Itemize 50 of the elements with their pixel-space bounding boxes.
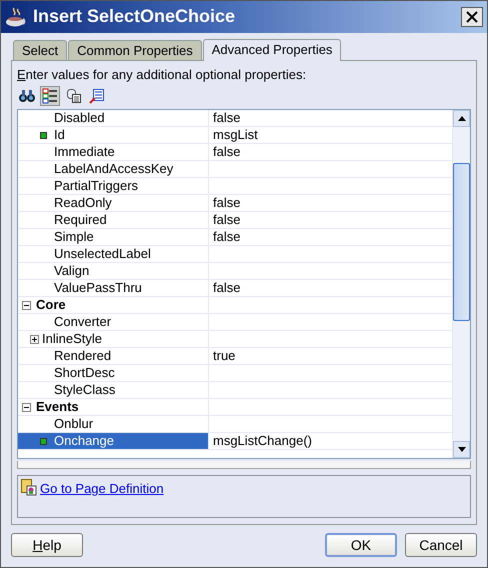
property-value[interactable]: false [213,212,240,227]
category-list-button[interactable] [40,86,60,106]
edit-properties-button[interactable] [86,86,107,106]
property-value[interactable]: false [213,195,240,210]
property-value[interactable]: false [213,229,240,244]
scroll-down-icon[interactable] [458,447,466,452]
tab[interactable]: Common Properties [68,40,202,60]
vertical-scrollbar[interactable] [452,110,470,458]
category-label[interactable]: Core [18,297,209,313]
property-name[interactable]: Id [18,127,209,143]
property-value[interactable]: false [213,280,240,295]
property-name[interactable]: ReadOnly [18,195,209,211]
property-name[interactable]: Onchange [18,433,209,449]
tab[interactable]: Advanced Properties [202,38,342,61]
close-button[interactable] [461,6,483,27]
property-name[interactable]: Required [18,212,209,228]
property-name[interactable]: Disabled [18,110,209,126]
ok-button[interactable]: OK [325,533,397,557]
property-name[interactable]: UnselectedLabel [18,246,209,262]
collapse-toggle-icon[interactable] [22,301,31,310]
property-name[interactable]: Immediate [18,144,209,160]
expand-toggle-icon[interactable] [30,335,39,344]
property-name[interactable]: Simple [18,229,209,245]
page-definition-icon [21,479,37,496]
property-name[interactable]: StyleClass [18,382,209,398]
property-value[interactable]: false [213,144,240,159]
scroll-up-icon[interactable] [458,116,466,121]
collapse-toggle-icon[interactable] [22,403,31,412]
close-icon [466,10,478,23]
property-name[interactable]: LabelAndAccessKey [18,161,209,177]
window-title: Insert SelectOneChoice [33,5,236,28]
property-name[interactable]: ValuePassThru [18,280,209,296]
cancel-button[interactable]: Cancel [405,533,477,557]
property-value[interactable]: msgListChange() [213,433,312,448]
property-name[interactable]: Rendered [18,348,209,364]
property-value[interactable]: true [213,348,236,363]
page-definition-link[interactable]: Go to Page Definition [40,479,164,498]
property-name[interactable]: Converter [18,314,209,330]
category-label[interactable]: Events [18,399,209,415]
property-name[interactable]: PartialTriggers [18,178,209,194]
property-value[interactable]: msgList [213,127,258,142]
property-value[interactable]: false [213,110,240,125]
tab[interactable]: Select [13,40,68,60]
property-name[interactable]: InlineStyle [18,331,209,347]
instruction-text: Enter values for any additional optional properties: [17,66,308,83]
help-button[interactable]: Help [11,533,83,557]
property-name[interactable]: ShortDesc [18,365,209,381]
coffee-cup-icon [5,6,27,27]
property-name[interactable]: Valign [18,263,209,279]
property-name[interactable]: Onblur [18,416,209,432]
